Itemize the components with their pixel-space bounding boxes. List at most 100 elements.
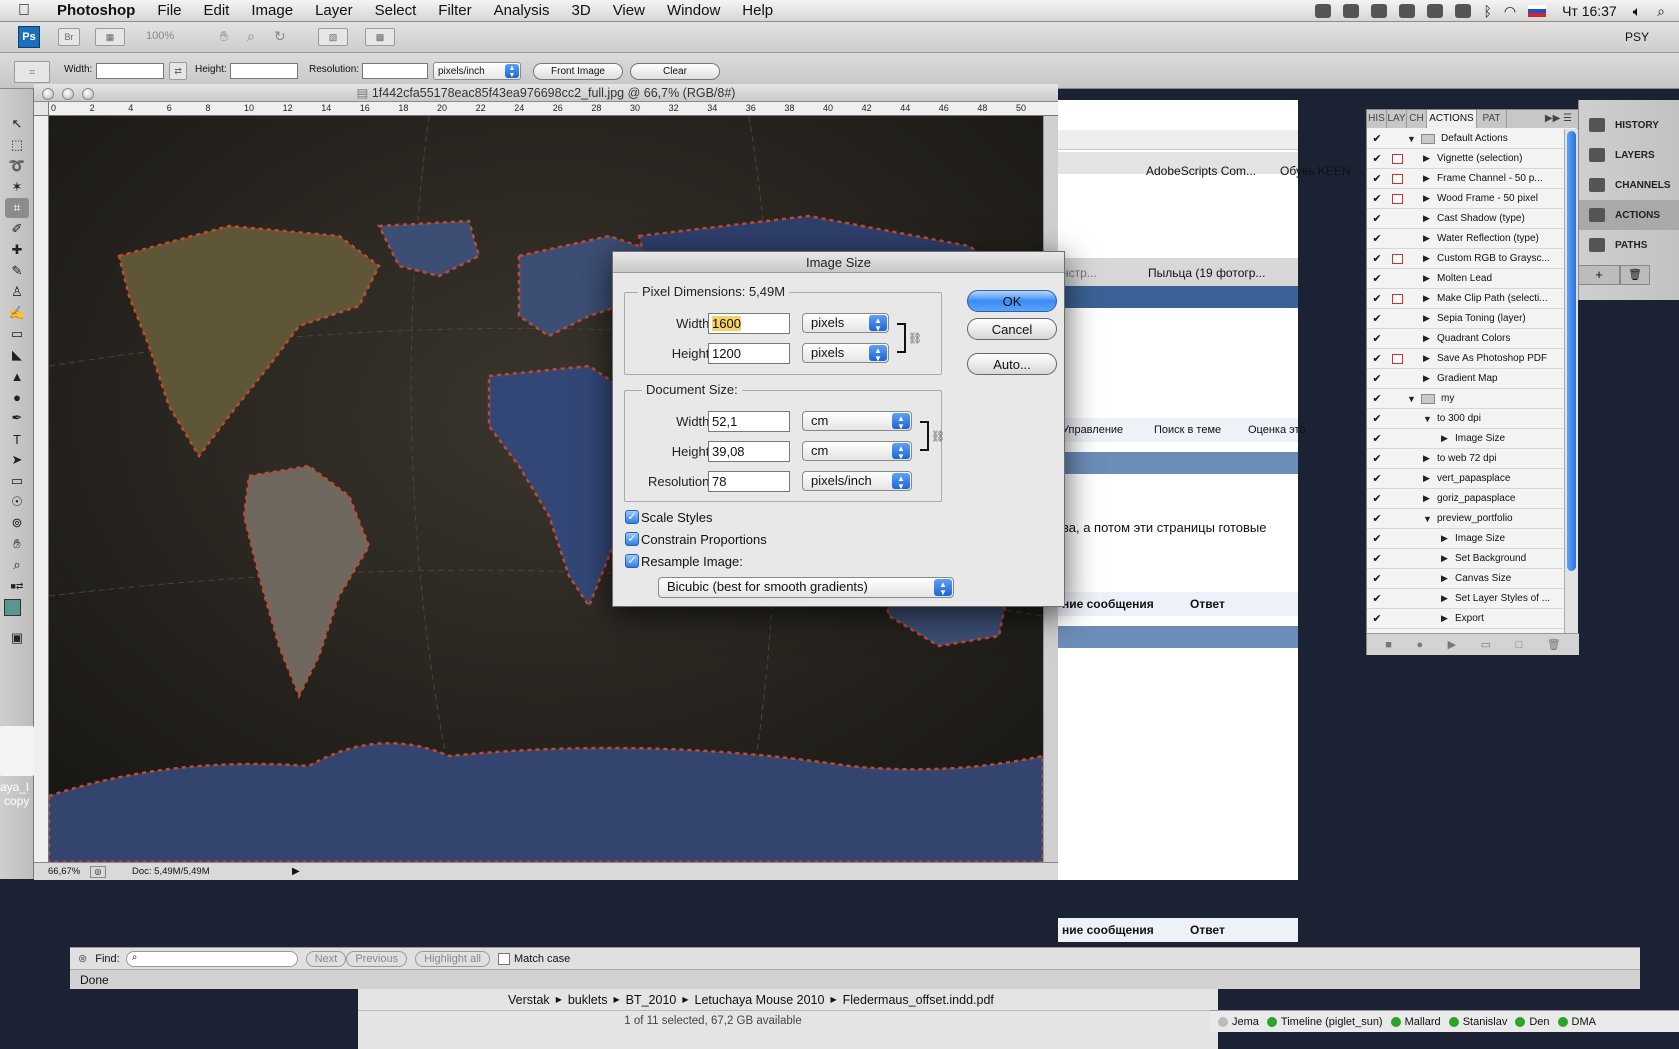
record-icon[interactable]: ●	[1416, 639, 1423, 651]
toggle-checkmark-icon[interactable]: ✔	[1367, 532, 1387, 545]
expand-triangle-icon[interactable]: ▶	[1441, 593, 1455, 604]
new-set-icon[interactable]: ▭	[1481, 638, 1491, 651]
apple-icon[interactable]: 	[18, 2, 34, 20]
app-icon[interactable]	[1455, 4, 1472, 18]
toggle-checkmark-icon[interactable]: ✔	[1367, 312, 1387, 325]
path-letuchaya[interactable]: Letuchaya Mouse 2010	[695, 993, 825, 1007]
dialog-toggle[interactable]	[1387, 492, 1407, 506]
action-row[interactable]: ✔ ▶ Water Reflection (type)	[1367, 229, 1563, 249]
expand-triangle-icon[interactable]: ▶	[1423, 293, 1437, 304]
mail-icon[interactable]	[1343, 4, 1360, 18]
menu-select[interactable]: Select	[364, 2, 428, 19]
action-row[interactable]: ✔ ▶ Quadrant Colors	[1367, 329, 1563, 349]
healing-tool-icon[interactable]: ✚	[5, 240, 29, 260]
menu-view[interactable]: View	[602, 2, 656, 19]
status-options-icon[interactable]: ◎	[90, 865, 106, 878]
menu-image[interactable]: Image	[240, 2, 304, 19]
dialog-toggle[interactable]	[1387, 252, 1407, 266]
expand-triangle-icon[interactable]: ▶	[1441, 433, 1455, 444]
toggle-checkmark-icon[interactable]: ✔	[1367, 232, 1387, 245]
toggle-checkmark-icon[interactable]: ✔	[1367, 332, 1387, 345]
cancel-button[interactable]: Cancel	[967, 318, 1057, 340]
clear-button[interactable]: Clear	[630, 63, 720, 80]
expand-triangle-icon[interactable]: ▶	[1423, 173, 1437, 184]
dock-history[interactable]: HISTORY	[1579, 110, 1679, 140]
scale-styles-checkbox[interactable]: ✓	[625, 510, 639, 524]
contact-dma[interactable]: DMA	[1572, 1016, 1596, 1028]
panel-menu-icon[interactable]: ▶▶ ☰	[1507, 110, 1579, 128]
trash-panel-icon[interactable]: 🗑︎	[1620, 265, 1650, 285]
rotate-view-icon[interactable]: ↻	[274, 28, 286, 45]
menu-3d[interactable]: 3D	[561, 2, 602, 19]
dialog-toggle[interactable]	[1387, 312, 1407, 326]
blur-tool-icon[interactable]: ▲	[5, 366, 29, 386]
dialog-toggle[interactable]	[1387, 292, 1407, 306]
trash-icon[interactable]: 🗑︎	[1547, 638, 1561, 651]
paw-icon[interactable]	[1371, 4, 1388, 18]
resample-method-select[interactable]: Bicubic (best for smooth gradients) ▲ ▼	[658, 577, 954, 598]
menu-manage[interactable]: Управление	[1062, 424, 1123, 436]
tab-layers[interactable]: LAY	[1387, 110, 1407, 128]
path-pdf-file[interactable]: Fledermaus_offset.indd.pdf	[843, 993, 994, 1007]
dialog-toggle[interactable]	[1387, 512, 1407, 526]
action-row[interactable]: ✔ ▶ Custom RGB to Graysc...	[1367, 249, 1563, 269]
dialog-toggle[interactable]	[1387, 272, 1407, 286]
crop-width-input[interactable]	[96, 63, 164, 79]
zoom-window-icon[interactable]	[82, 88, 94, 100]
toggle-checkmark-icon[interactable]: ✔	[1367, 492, 1387, 505]
bookmark-adobescripts[interactable]: AdobeScripts Com...	[1146, 164, 1256, 178]
close-find-icon[interactable]: ⊗	[78, 952, 87, 965]
toggle-checkmark-icon[interactable]: ✔	[1367, 192, 1387, 205]
action-row[interactable]: ✔ ▶ Cast Shadow (type)	[1367, 209, 1563, 229]
menu-search-topic[interactable]: Поиск в теме	[1154, 424, 1221, 436]
toggle-checkmark-icon[interactable]: ✔	[1367, 512, 1387, 525]
action-row[interactable]: ✔ ▶ goriz_papasplace	[1367, 489, 1563, 509]
menu-layer[interactable]: Layer	[304, 2, 364, 19]
dialog-toggle[interactable]	[1387, 392, 1407, 406]
tab-2[interactable]: Пыльца (19 фотогр...	[1148, 266, 1265, 280]
close-window-icon[interactable]	[42, 88, 54, 100]
resample-image-checkbox[interactable]: ✓	[625, 554, 639, 568]
toggle-checkmark-icon[interactable]: ✔	[1367, 472, 1387, 485]
dialog-toggle[interactable]	[1387, 232, 1407, 246]
action-row[interactable]: ✔ ▶ Make Clip Path (selecti...	[1367, 289, 1563, 309]
scale-styles-label[interactable]: Scale Styles	[641, 510, 713, 525]
horizontal-ruler[interactable]: 0 2 4 6 8 10 12 14 16 18 20 22 24 26 28 30 32 34 36 38 40 42 4…	[49, 102, 1058, 116]
toggle-checkmark-icon[interactable]: ✔	[1367, 552, 1387, 565]
dialog-toggle[interactable]	[1387, 432, 1407, 446]
reply-button-2[interactable]: Ответ	[1190, 923, 1225, 937]
zoom-tool-icon[interactable]: ⌕	[5, 555, 29, 575]
pixel-width-input[interactable]: 1600	[708, 313, 790, 334]
pixel-height-input[interactable]: 1200	[708, 343, 790, 364]
dock-paths[interactable]: PATHS	[1579, 230, 1679, 260]
view-extras-icon[interactable]: ▦	[95, 28, 125, 46]
expand-triangle-icon[interactable]: ▶	[1423, 193, 1437, 204]
find-input[interactable]: ⌕	[125, 950, 298, 967]
crop-tool-icon[interactable]: ⌗	[5, 198, 29, 218]
action-row[interactable]: ✔ ▶ Wood Frame - 50 pixel	[1367, 189, 1563, 209]
expand-triangle-icon[interactable]: ▶	[1423, 373, 1437, 384]
path-buklets[interactable]: buklets	[568, 993, 608, 1007]
chat-icon[interactable]	[1427, 4, 1444, 18]
expand-triangle-icon[interactable]: ▶	[1423, 353, 1437, 364]
path-bt2010[interactable]: BT_2010	[626, 993, 677, 1007]
action-row[interactable]: ✔ ▼ my	[1367, 389, 1563, 409]
action-row[interactable]: ✔ ▶ Set Layer Styles of ...	[1367, 589, 1563, 609]
doc-width-unit-select[interactable]: cm ▲ ▼	[802, 411, 912, 431]
toggle-checkmark-icon[interactable]: ✔	[1367, 452, 1387, 465]
add-panel-icon[interactable]: +	[1578, 265, 1620, 285]
minimize-window-icon[interactable]	[62, 88, 74, 100]
match-case-label[interactable]: Match case	[514, 953, 570, 965]
clock[interactable]: Чт 16:37	[1562, 3, 1617, 19]
doc-width-input[interactable]: 52,1	[708, 411, 790, 432]
new-action-icon[interactable]: □	[1516, 639, 1523, 651]
toggle-checkmark-icon[interactable]: ✔	[1367, 272, 1387, 285]
menu-help[interactable]: Help	[731, 2, 784, 19]
action-row[interactable]: ✔ ▼ Default Actions	[1367, 129, 1563, 149]
dialog-toggle[interactable]	[1387, 412, 1407, 426]
action-row[interactable]: ✔ ▶ Image Size	[1367, 429, 1563, 449]
action-row[interactable]: ✔ ▶ Set Background	[1367, 549, 1563, 569]
ps-logo-icon[interactable]: Ps	[18, 26, 40, 48]
action-row[interactable]: ✔ ▶ Save As Photoshop PDF	[1367, 349, 1563, 369]
hand-tool-icon[interactable]: ✋︎	[220, 28, 228, 45]
